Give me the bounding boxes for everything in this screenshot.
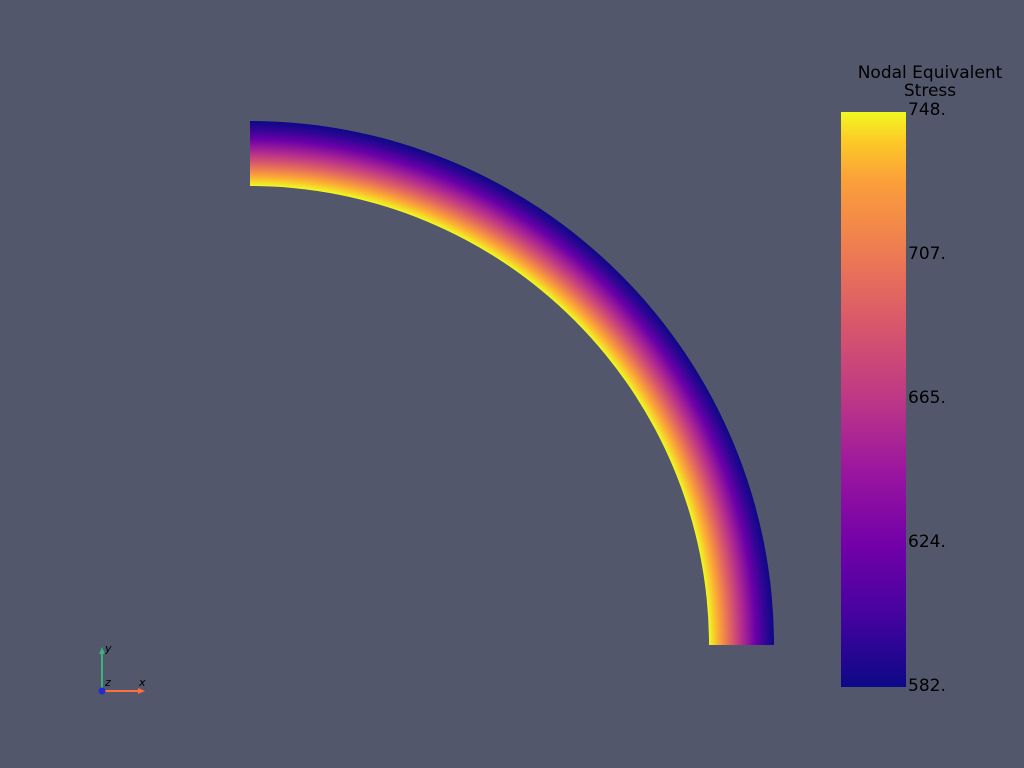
- y-axis-label: y: [104, 642, 112, 655]
- render-viewport[interactable]: Nodal Equivalent Stress 748. 707. 665. 6…: [0, 0, 1024, 768]
- scalar-bar-title-line1: Nodal Equivalent: [857, 63, 1003, 83]
- z-axis-label: z: [104, 676, 111, 689]
- scalar-bar-label-max: 748.: [908, 100, 946, 120]
- scalar-bar-label-2: 707.: [908, 244, 946, 264]
- orientation-axes-widget: y z x: [98, 642, 146, 695]
- scalar-bar-label-min: 582.: [908, 676, 946, 696]
- scalar-bar-title-line2: Stress: [903, 81, 957, 101]
- scalar-bar-title: Nodal Equivalent Stress: [840, 64, 1020, 100]
- scalar-bar-label-3: 665.: [908, 388, 946, 408]
- ring-segment: [250, 121, 774, 645]
- scalar-bar-label-4: 624.: [908, 532, 946, 552]
- x-axis-label: x: [138, 676, 146, 689]
- scalar-bar: [841, 112, 906, 687]
